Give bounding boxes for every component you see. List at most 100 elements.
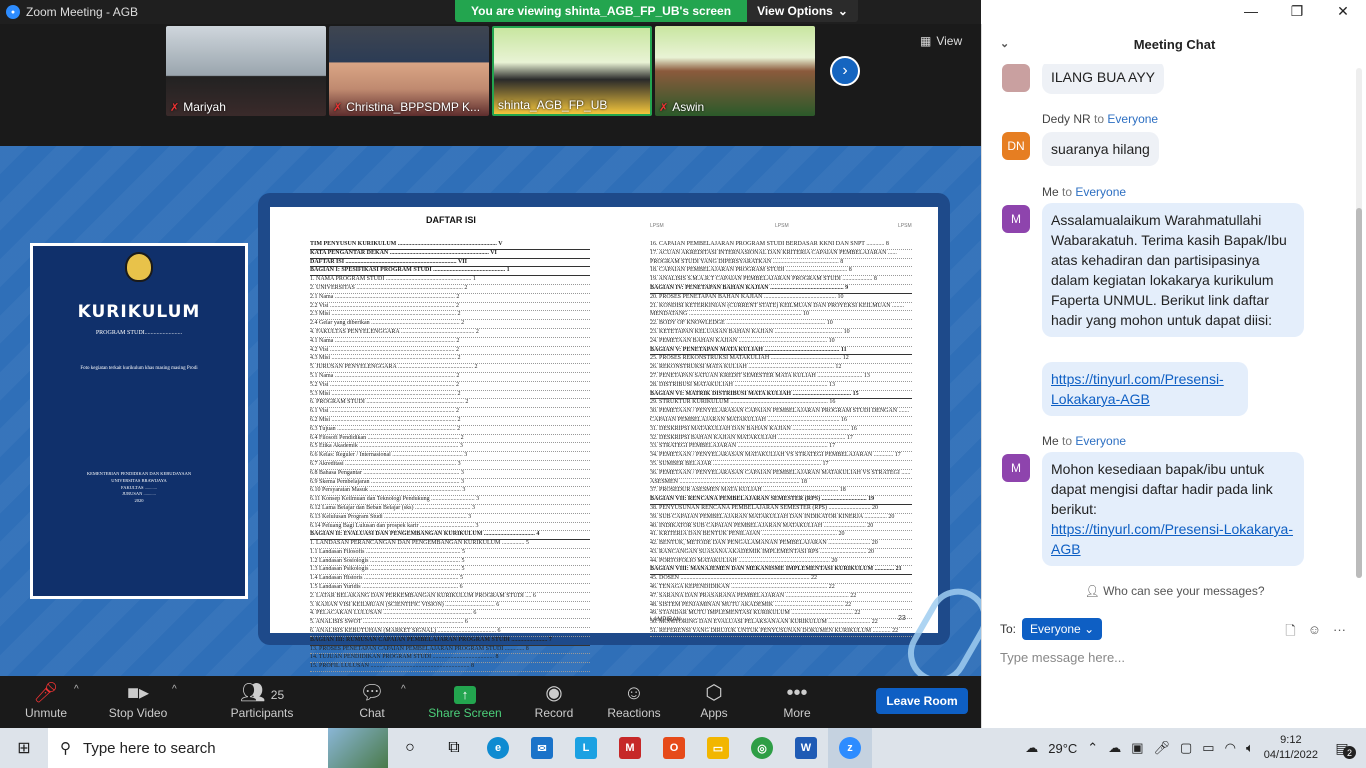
toc-entry: KATA PENGANTAR DEKAN ...................… (310, 250, 590, 259)
chat-options-caret[interactable]: ^ (401, 684, 406, 695)
minimize-button[interactable]: — (1228, 0, 1274, 24)
toc-entry: 6.14 Peluang Bagi Lulusan dan prospek ka… (310, 523, 590, 532)
chat-message: Mohon kesediaan bapak/ibu untuk dapat me… (1042, 452, 1304, 566)
video-options-caret[interactable]: ^ (172, 684, 177, 695)
leave-room-button[interactable]: Leave Room (876, 688, 968, 714)
toc-entry: 4. PELACAKAN LULUSAN ...................… (310, 610, 590, 620)
apps-button[interactable]: ⬡ Apps (674, 680, 754, 720)
toc-entry: 26. REKONSTRUKSI MATA KULIAH ...........… (650, 364, 912, 373)
chevron-right-icon: › (842, 62, 848, 79)
reactions-button[interactable]: ☺ Reactions (594, 680, 674, 720)
chat-button[interactable]: 💬︎ Chat (332, 680, 412, 720)
toc-entry: 6.13 Kelulusan Program Studi ...........… (310, 514, 590, 523)
microphone-icon[interactable]: 🎤︎ (1153, 740, 1170, 756)
recipient-dropdown[interactable]: Everyone ⌄ (1022, 618, 1103, 640)
toc-entry: 6.3 Tujuan .............................… (310, 426, 590, 435)
antivirus-icon[interactable]: M (608, 728, 652, 768)
office-icon[interactable]: O (652, 728, 696, 768)
notification-icon[interactable]: ▤ 2 (1328, 737, 1356, 759)
emoji-icon[interactable]: ☺ (1308, 622, 1321, 644)
toc-entry: 6.6 Kelas: Reguler / Internasional .....… (310, 452, 590, 461)
toc-entry: 49. STANDAR MUTU IMPLEMENTASI KURIKULUM … (650, 610, 912, 620)
participant-video[interactable]: ✗ Christina_BPPSDMP K... (329, 26, 489, 116)
file-explorer-icon[interactable]: ▭ (696, 728, 740, 768)
toc-entry: 34. PEMETAAN / PENYELARASAN MATAKULIAH V… (650, 452, 912, 461)
view-options-button[interactable]: View Options ⌄ (747, 0, 858, 22)
cortana-icon[interactable]: ○ (388, 728, 432, 768)
page-number: 23 (898, 615, 906, 622)
clock[interactable]: 9:12 04/11/2022 (1264, 733, 1318, 763)
toc-entry: 5. ANALISIS SWOT .......................… (310, 619, 590, 629)
who-can-see-link[interactable]: 👤︎ Who can see your messages? (982, 584, 1366, 598)
toc-entry: 4.2 Visi ...............................… (310, 347, 590, 356)
chat-message-input[interactable]: Type message here... (1000, 650, 1125, 665)
next-page-button[interactable]: › (830, 56, 860, 86)
edge-icon[interactable]: e (476, 728, 520, 768)
presensi-link[interactable]: https://tinyurl.com/Presensi-Lokakarya-A… (1051, 371, 1224, 407)
weather-icon[interactable]: ☁ (1025, 740, 1038, 756)
presensi-link[interactable]: https://tinyurl.com/Presensi-Lokakarya-A… (1051, 521, 1293, 557)
wifi-icon[interactable]: ◠ (1225, 740, 1236, 756)
close-button[interactable]: ✕ (1320, 0, 1366, 24)
mic-muted-icon: ✗ (333, 101, 343, 114)
volume-icon[interactable]: 🔈︎ (1246, 740, 1254, 756)
cover-title: KURIKULUM (77, 302, 201, 322)
record-button[interactable]: ◉ Record (514, 680, 594, 720)
windows-start-icon[interactable]: ⊞ (0, 728, 48, 768)
toc-entry: 4.3 Misi ...............................… (310, 355, 590, 365)
toc-entry: 1. NAMA PROGRAM STUDI ..................… (310, 276, 590, 285)
restore-button[interactable]: ❐ (1274, 0, 1320, 24)
view-button[interactable]: ▦ View (920, 34, 962, 48)
chat-title: Meeting Chat (1133, 36, 1216, 52)
toc-entry: 22. BODY OF KNOWLEDGE ..................… (650, 320, 912, 329)
record-icon: ◉ (545, 682, 563, 704)
toc-entry: BAGIAN I: SPESIFIKASI PROGRAM STUDI ....… (310, 267, 590, 277)
cover-photo-note: Foto kegiatan terkait kurikulum khas mas… (80, 366, 198, 371)
app-l-icon[interactable]: L (564, 728, 608, 768)
display-icon[interactable]: ▢ (1180, 740, 1192, 756)
onedrive-icon[interactable]: ☁ (1108, 740, 1121, 756)
share-screen-button[interactable]: ↑ Share Screen (425, 680, 505, 720)
chevron-up-icon[interactable]: ⌃ (1087, 740, 1098, 756)
stop-video-button[interactable]: ■▸ Stop Video (98, 680, 178, 720)
word-icon[interactable]: W (784, 728, 828, 768)
toc-entry: 4.1 Nama ...............................… (310, 338, 590, 347)
toc-entry: 51. REFERENSI YANG DIRUJUK UNTUK PENYUSU… (650, 628, 912, 637)
participant-video[interactable]: ✗ Aswin (655, 26, 815, 116)
toc-right-column: 16. CAPAIAN PEMBELAJARAN PROGRAM STUDI B… (650, 241, 912, 637)
camera-icon[interactable]: ▣ (1131, 740, 1143, 756)
participants-button[interactable]: 👥︎ 25 Participants (222, 680, 302, 720)
toc-entry: 24. PEMETAAN BAHAN KAJIAN ..............… (650, 338, 912, 347)
toc-entry: 6.7 Akreditasi .........................… (310, 461, 590, 470)
toc-entry: BAGIAN V: PENETAPAN MATA KULIAH ........… (650, 347, 912, 356)
mail-icon[interactable]: ✉ (520, 728, 564, 768)
toc-entry: PROGRAM STUDI YANG DIPERSYARATKAN ......… (650, 259, 912, 268)
toc-entry: 43. RANCANGAN SUASANA AKADEMIK IMPLEMENT… (650, 549, 912, 558)
participant-video-active[interactable]: shinta_AGB_FP_UB (492, 26, 652, 116)
toc-entry: 30. PEMETAAN / PENYELARASAN CAPAIAN PEMB… (650, 408, 912, 417)
toc-entry: 5.3 Misi ...............................… (310, 391, 590, 400)
more-dots-icon[interactable]: ··· (1333, 622, 1346, 644)
weather-temp[interactable]: 29°C (1048, 741, 1077, 756)
audio-options-caret[interactable]: ^ (74, 684, 79, 695)
file-icon[interactable]: 🗋︎ (1285, 622, 1295, 644)
chat-scrollbar[interactable] (1356, 68, 1362, 578)
toc-entry: BAGIAN III: RUMUSAN CAPAIAN PEMBELAJARAN… (310, 637, 590, 646)
zoom-taskbar-icon[interactable]: z (828, 728, 872, 768)
more-button[interactable]: ••• More (757, 680, 837, 720)
chrome-icon[interactable]: ◎ (740, 728, 784, 768)
toc-entry: 40. INDIKATOR SUB CAPAIAN PEMBELAJARAN M… (650, 523, 912, 532)
toc-entry: 27. PENETAPAN SATUAN KREDIT SEMESTER MAT… (650, 373, 912, 382)
toc-entry: 31. DESKRIPSI MATAKULIAH DAN BAHAN KAJIA… (650, 426, 912, 435)
toc-entry: 2.2 Visi ...............................… (310, 303, 590, 312)
avatar: M (1002, 454, 1030, 482)
mic-muted-icon: ✗ (659, 101, 669, 114)
taskbar-search[interactable]: ⚲ Type here to search (48, 728, 388, 768)
task-view-icon[interactable]: ⧉ (432, 728, 476, 768)
toc-entry: 5. JURUSAN PENYELENGGARA ...............… (310, 364, 590, 373)
toc-heading: DAFTAR ISI (426, 215, 476, 225)
avatar (1002, 64, 1030, 92)
collapse-chevron-icon[interactable]: ⌄ (1000, 37, 1009, 50)
battery-icon[interactable]: ▭ (1202, 740, 1214, 756)
participant-video[interactable]: ✗ Mariyah (166, 26, 326, 116)
